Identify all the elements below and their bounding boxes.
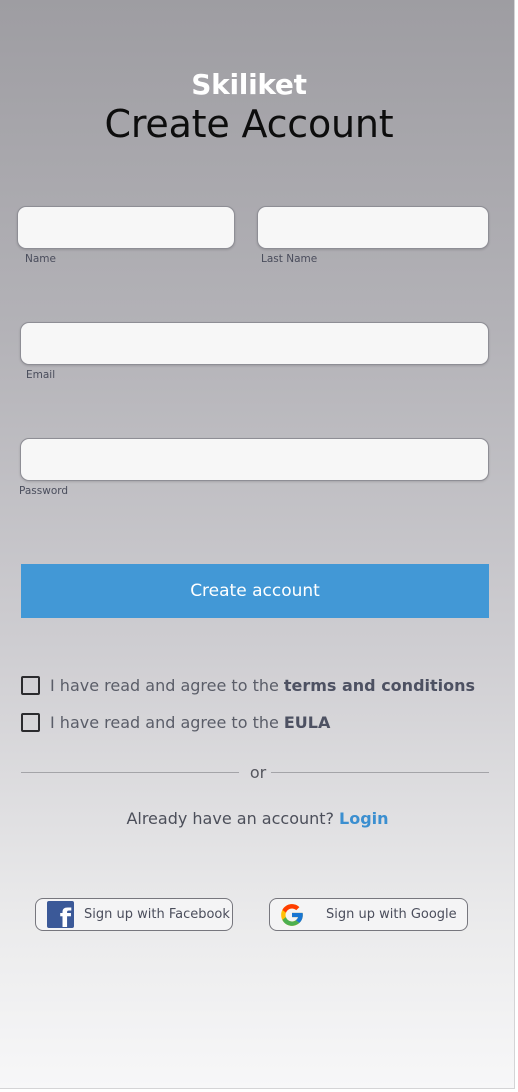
eula-checkbox[interactable] [21,713,40,732]
email-input[interactable] [21,323,488,364]
divider-text: or [249,763,267,782]
eula-text: I have read and agree to the [50,713,279,732]
last-name-field[interactable] [257,206,489,249]
terms-checkbox[interactable] [21,676,40,695]
email-label: Email [26,369,56,381]
google-signup-label: Sign up with Google [326,907,457,922]
login-prompt: Already have an account? [126,809,335,828]
terms-agreement-row: I have read and agree to the terms and c… [21,676,475,695]
create-account-button[interactable]: Create account [21,564,489,618]
divider-left [21,772,239,773]
password-input[interactable] [21,439,488,480]
email-field[interactable] [20,322,489,365]
divider-right [271,772,489,773]
facebook-signup-button[interactable]: f Sign up with Facebook [35,898,233,931]
facebook-signup-label: Sign up with Facebook [84,907,230,922]
name-label: Name [25,253,56,265]
terms-link[interactable]: terms and conditions [284,676,475,695]
google-signup-button[interactable]: Sign up with Google [269,898,468,931]
signup-screen: Skiliket Create Account Name Last Name E… [0,0,515,1089]
google-icon [281,904,303,926]
brand-name: Skiliket [191,68,307,101]
login-prompt-row: Already have an account? Login [0,809,515,828]
last-name-label: Last Name [261,253,318,265]
facebook-icon: f [47,901,74,928]
page-title: Create Account [104,102,394,146]
last-name-input[interactable] [258,207,488,248]
name-field[interactable] [17,206,235,249]
password-field[interactable] [20,438,489,481]
login-link[interactable]: Login [339,809,389,828]
name-input[interactable] [18,207,234,248]
eula-link[interactable]: EULA [284,713,331,732]
eula-agreement-row: I have read and agree to the EULA [21,713,330,732]
terms-text: I have read and agree to the [50,676,279,695]
password-label: Password [19,485,69,497]
